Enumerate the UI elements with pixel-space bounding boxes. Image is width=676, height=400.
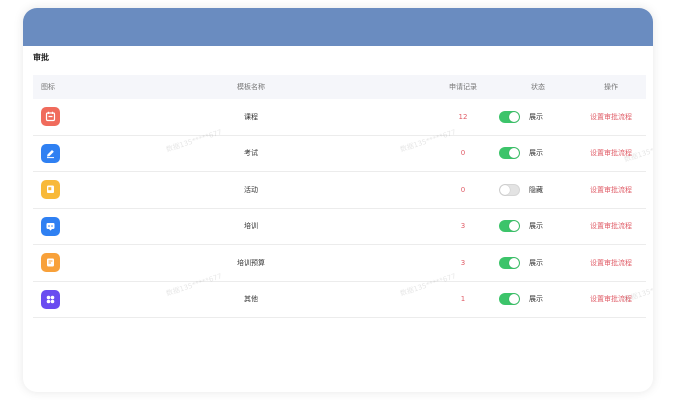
row-count: 0 [460,149,466,158]
status-label: 展示 [529,149,543,158]
table-row: 考试 0 展示 设置审批流程 [33,136,646,172]
table-row: 课程 12 展示 设置审批流程 [33,99,646,136]
header-name: 模板名称 [237,83,265,91]
set-approval-flow-link[interactable]: 设置审批流程 [581,99,641,135]
status-label: 展示 [529,258,543,267]
row-name: 活动 [244,185,258,194]
table-row: 培训 3 展示 设置审批流程 [33,209,646,245]
status-toggle[interactable] [499,147,520,160]
table-row: 其他 1 展示 设置审批流程 [33,282,646,318]
training-icon [41,216,60,236]
budget-icon [41,253,60,273]
status-label: 展示 [529,112,543,121]
row-count: 3 [460,258,466,267]
grid-icon [41,289,60,309]
set-approval-flow-link[interactable]: 设置审批流程 [581,245,641,281]
approval-table: 图标 模板名称 申请记录 状态 操作 课程 12 展示 设置审批流程 考试 0 … [33,75,646,318]
status-toggle[interactable] [499,256,520,269]
section-title: 审批 [33,53,49,62]
status-label: 展示 [529,222,543,231]
set-approval-flow-link[interactable]: 设置审批流程 [581,136,641,172]
row-name: 其他 [244,295,258,304]
table-header: 图标 模板名称 申请记录 状态 操作 [33,75,646,99]
row-count: 3 [460,222,466,231]
header-icon: 图标 [41,83,55,91]
approval-card: 审批 图标 模板名称 申请记录 状态 操作 课程 12 展示 设置审批流程 考试… [23,8,653,392]
set-approval-flow-link[interactable]: 设置审批流程 [581,172,641,208]
row-count: 12 [458,112,468,121]
status-label: 展示 [529,295,543,304]
header-status: 状态 [531,83,545,91]
calendar-icon [41,107,60,127]
table-row: 活动 0 隐藏 设置审批流程 [33,172,646,209]
row-count: 0 [460,185,466,194]
pencil-icon [41,143,60,163]
table-row: 培训预算 3 展示 设置审批流程 [33,245,646,282]
set-approval-flow-link[interactable]: 设置审批流程 [581,209,641,245]
row-name: 培训预算 [237,258,265,267]
status-toggle[interactable] [499,220,520,233]
header-action: 操作 [604,83,618,91]
set-approval-flow-link[interactable]: 设置审批流程 [581,282,641,318]
status-toggle[interactable] [499,183,520,196]
row-name: 课程 [244,112,258,121]
status-toggle[interactable] [499,293,520,306]
row-count: 1 [460,295,466,304]
card-header-bar [23,8,653,46]
row-name: 培训 [244,222,258,231]
header-count: 申请记录 [449,83,477,91]
row-name: 考试 [244,149,258,158]
status-label: 隐藏 [529,185,543,194]
activity-icon [41,180,60,200]
status-toggle[interactable] [499,110,520,123]
